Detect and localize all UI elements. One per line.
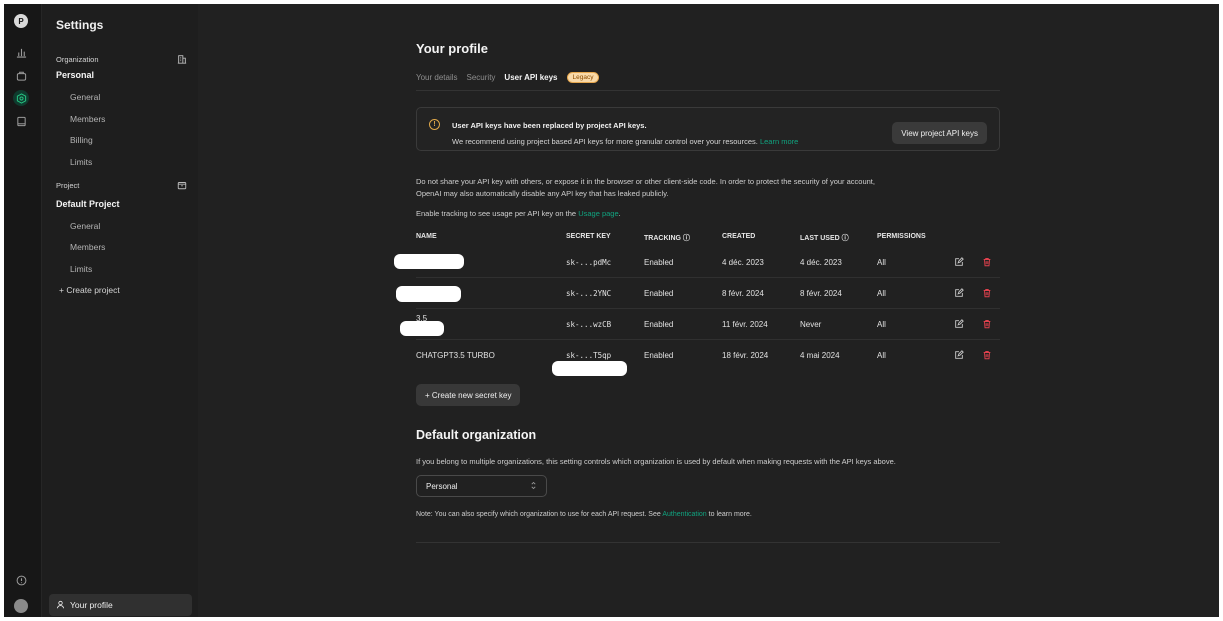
redacted-secret: [552, 361, 627, 376]
sidebar-item-your-profile[interactable]: Your profile: [49, 594, 192, 616]
settings-sidebar: Settings Organization Personal General M…: [42, 4, 198, 617]
tracking-status: Enabled: [644, 289, 674, 298]
info-icon[interactable]: ⓘ: [842, 235, 849, 242]
created-date: 11 févr. 2024: [722, 320, 768, 329]
default-org-select[interactable]: Personal: [416, 475, 547, 497]
profile-tabs: Your details Security User API keys Lega…: [416, 72, 600, 83]
created-date: 4 déc. 2023: [722, 258, 764, 267]
icon-rail: P: [4, 4, 42, 617]
sidebar-item-project-general[interactable]: General: [70, 221, 100, 231]
chevron-updown-icon: [530, 481, 537, 492]
permissions: All: [877, 320, 886, 329]
sidebar-item-org-members[interactable]: Members: [70, 114, 105, 124]
help-icon[interactable]: [13, 572, 29, 588]
col-created: CREATED: [722, 233, 756, 240]
settings-icon[interactable]: [13, 90, 29, 106]
tab-user-api-keys[interactable]: User API keys: [504, 73, 557, 82]
col-tracking: TRACKING ⓘ: [644, 235, 690, 242]
edit-icon[interactable]: [954, 257, 964, 269]
delete-icon[interactable]: [982, 257, 992, 269]
delete-icon[interactable]: [982, 288, 992, 300]
org-avatar[interactable]: P: [13, 13, 29, 29]
section-divider: [416, 542, 1000, 543]
redacted-name: [394, 254, 464, 269]
secret-key: sk-...T5qp: [566, 351, 612, 360]
default-org-title: Default organization: [416, 428, 537, 442]
delete-icon[interactable]: [982, 319, 992, 331]
last-used-date: 8 févr. 2024: [800, 289, 842, 298]
sidebar-item-org-limits[interactable]: Limits: [70, 157, 92, 167]
project-name: Default Project: [56, 199, 120, 209]
created-date: 8 févr. 2024: [722, 289, 764, 298]
organization-heading: Organization: [56, 55, 99, 64]
project-box-icon[interactable]: [177, 180, 187, 190]
page-title: Your profile: [416, 41, 488, 56]
notice-title: User API keys have been replaced by proj…: [452, 121, 647, 130]
sidebar-item-org-general[interactable]: General: [70, 92, 100, 102]
tracking-text: Enable tracking to see usage per API key…: [416, 209, 621, 218]
docs-icon[interactable]: [13, 113, 29, 129]
main-panel: Your profile Your details Security User …: [198, 4, 1219, 617]
table-row: sk-...2YNC Enabled 8 févr. 2024 8 févr. …: [396, 278, 1000, 309]
dashboard-icon[interactable]: [13, 44, 29, 60]
api-key-warning: Do not share your API key with others, o…: [416, 177, 875, 198]
permissions: All: [877, 258, 886, 267]
last-used-date: Never: [800, 320, 822, 329]
sidebar-item-project-limits[interactable]: Limits: [70, 264, 92, 274]
person-icon: [56, 600, 65, 611]
edit-icon[interactable]: [954, 350, 964, 362]
create-new-secret-key-button[interactable]: + Create new secret key: [416, 384, 521, 406]
sidebar-title: Settings: [56, 18, 104, 32]
secret-key: sk-...pdMc: [566, 258, 612, 267]
notice-body: We recommend using project based API key…: [452, 137, 799, 146]
create-project-link[interactable]: + Create project: [59, 285, 120, 295]
tab-security[interactable]: Security: [467, 73, 496, 82]
last-used-date: 4 mai 2024: [800, 351, 840, 360]
secret-key: sk-...wzCB: [566, 320, 612, 329]
usage-page-link[interactable]: Usage page: [578, 209, 618, 218]
organization-name: Personal: [56, 70, 95, 80]
edit-icon[interactable]: [954, 288, 964, 300]
learn-more-link[interactable]: Learn more: [760, 137, 798, 146]
col-secret-key: SECRET KEY: [566, 233, 611, 240]
tabs-divider: [416, 90, 1000, 91]
view-project-api-keys-button[interactable]: View project API keys: [892, 122, 987, 144]
default-org-selected: Personal: [426, 481, 458, 491]
tracking-status: Enabled: [644, 351, 674, 360]
table-row: 3.5 sk-...wzCB Enabled 11 févr. 2024 Nev…: [400, 309, 1000, 340]
tracking-status: Enabled: [644, 320, 674, 329]
user-avatar[interactable]: [13, 598, 29, 614]
default-org-note: Note: You can also specify which organiz…: [416, 511, 752, 518]
redacted-name: [400, 321, 444, 336]
col-name: NAME: [416, 233, 437, 240]
project-heading: Project: [56, 181, 80, 190]
col-last-used: LAST USED ⓘ: [800, 235, 849, 242]
info-warning-icon: !: [429, 119, 440, 130]
sidebar-item-project-members[interactable]: Members: [70, 242, 105, 252]
sidebar-profile-label: Your profile: [70, 600, 113, 610]
default-org-description: If you belong to multiple organizations,…: [416, 457, 896, 466]
permissions: All: [877, 289, 886, 298]
playground-icon[interactable]: [13, 67, 29, 83]
info-icon[interactable]: ⓘ: [683, 235, 690, 242]
migration-notice: ! User API keys have been replaced by pr…: [416, 107, 1000, 151]
delete-icon[interactable]: [982, 350, 992, 362]
secret-key: sk-...2YNC: [566, 289, 612, 298]
sidebar-item-billing[interactable]: Billing: [70, 135, 93, 145]
created-date: 18 févr. 2024: [722, 351, 769, 360]
tab-your-details[interactable]: Your details: [416, 73, 458, 82]
permissions: All: [877, 351, 886, 360]
key-name: CHATGPT3.5 TURBO: [416, 351, 495, 360]
col-permissions: PERMISSIONS: [877, 233, 926, 240]
tracking-status: Enabled: [644, 258, 674, 267]
edit-icon[interactable]: [954, 319, 964, 331]
last-used-date: 4 déc. 2023: [800, 258, 842, 267]
table-row: sk-...pdMc Enabled 4 déc. 2023 4 déc. 20…: [394, 247, 1000, 278]
legacy-badge: Legacy: [566, 72, 600, 83]
table-row: CHATGPT3.5 TURBO sk-...T5qp Enabled 18 f…: [416, 340, 1000, 376]
building-icon[interactable]: [177, 54, 187, 64]
app-window: P Settings Organization Personal General…: [4, 4, 1219, 617]
redacted-name: [396, 286, 461, 302]
authentication-link[interactable]: Authentication: [662, 511, 706, 518]
